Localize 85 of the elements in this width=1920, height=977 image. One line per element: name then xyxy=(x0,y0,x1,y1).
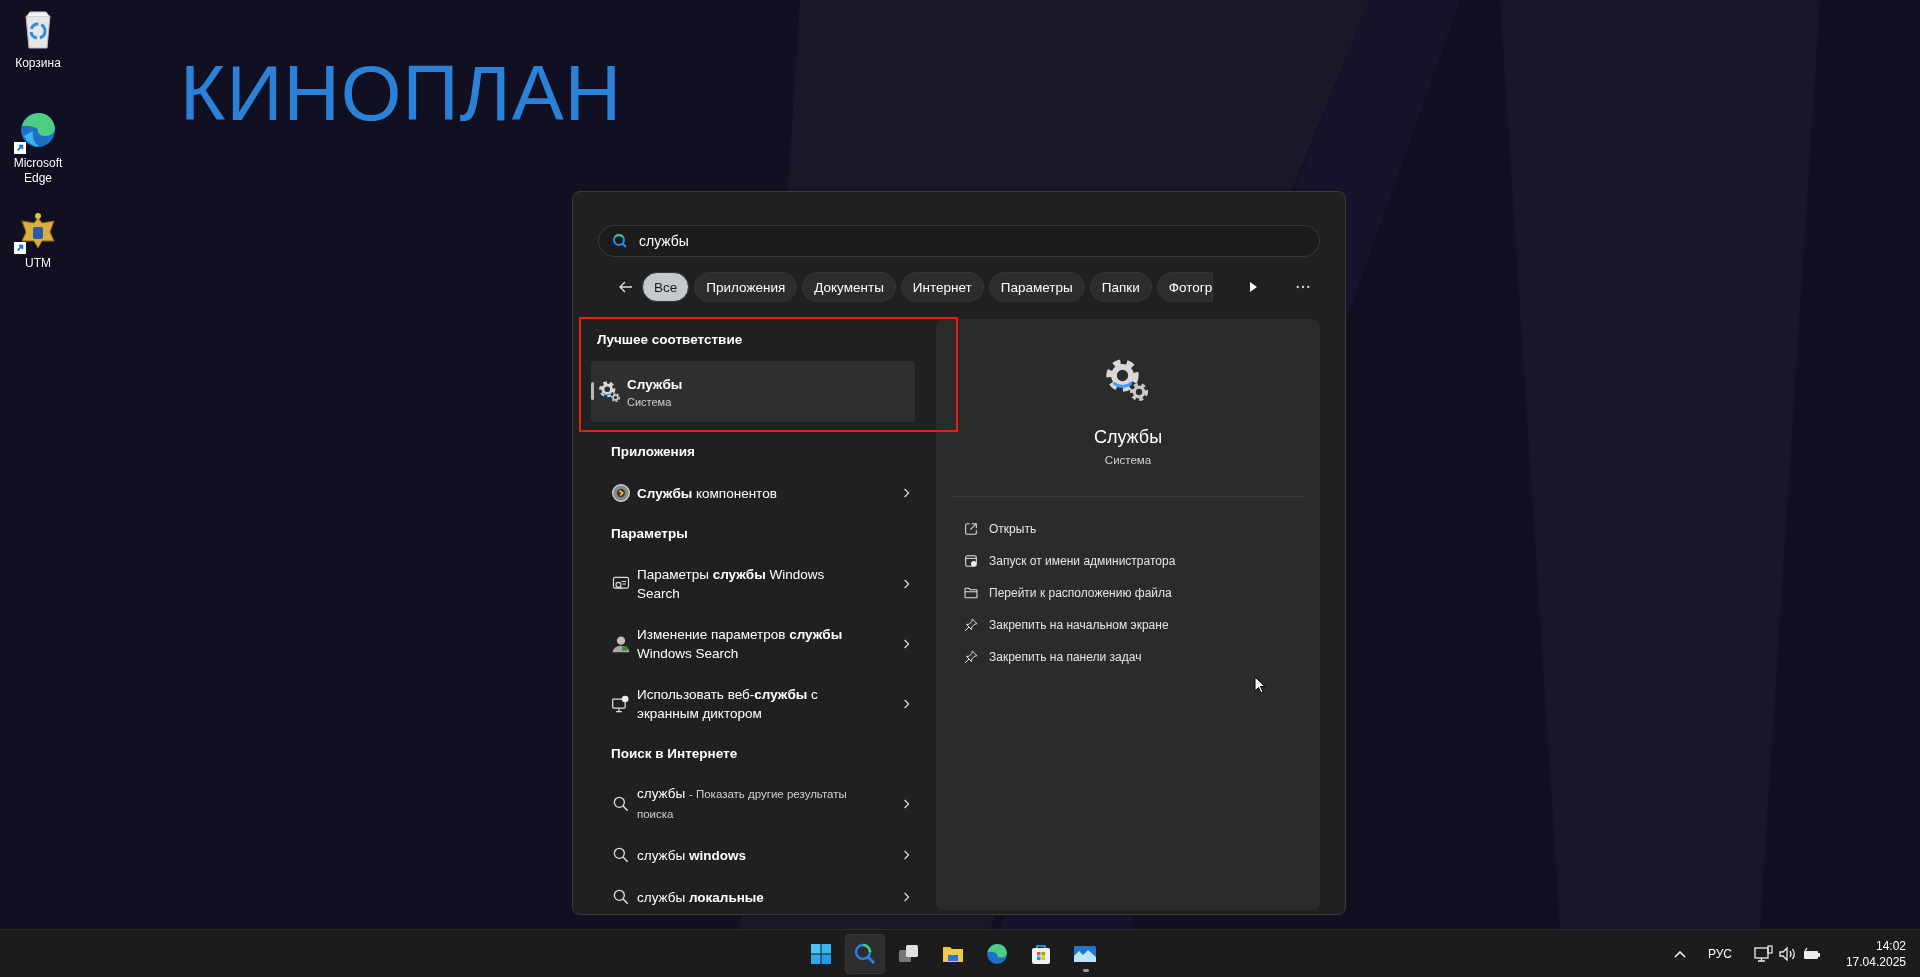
section-heading: Лучшее соответствие xyxy=(596,331,744,349)
chevron-right-icon xyxy=(903,638,911,650)
back-arrow-icon xyxy=(618,279,634,295)
desktop-icon-label: UTM xyxy=(24,256,52,271)
result-title: Использовать веб-службы с экранным диктором xyxy=(637,686,819,723)
pin-icon xyxy=(963,649,979,665)
user-icon xyxy=(611,634,631,654)
search-icon xyxy=(611,794,631,814)
search-icon xyxy=(611,845,631,865)
search-result[interactable]: службы - Показать другие результаты поиска xyxy=(605,774,929,834)
network-monitor-icon xyxy=(1753,944,1774,963)
section-heading: Поиск в Интернете xyxy=(610,745,739,763)
result-title: Параметры службы Windows Search xyxy=(637,566,826,603)
monitor-icon xyxy=(611,694,631,714)
swirl-logo-icon xyxy=(985,941,1009,966)
wallpaper-title: КИНОПЛАН xyxy=(180,48,623,139)
search-result[interactable]: Службы Система xyxy=(591,361,915,422)
gears-icon xyxy=(599,380,621,403)
search-result[interactable]: службы локальные xyxy=(605,876,929,918)
action-item[interactable]: Перейти к расположению файла xyxy=(936,577,1320,609)
swirl-logo-icon xyxy=(18,110,58,150)
filter-tab[interactable]: Папки xyxy=(1089,272,1152,302)
desktop-icon-label: Корзина xyxy=(14,56,62,71)
search-icon xyxy=(853,941,877,966)
gears-icon xyxy=(1106,359,1150,403)
search-field[interactable]: службы xyxy=(598,225,1320,257)
running-indicator xyxy=(1083,968,1089,972)
result-title: службы - Показать другие результаты поиска xyxy=(637,785,848,822)
result-subtitle: Система xyxy=(627,396,673,408)
result-title: Изменение параметров службы Windows Search xyxy=(637,626,844,663)
chevron-up-icon xyxy=(1673,949,1686,958)
result-title: Службы xyxy=(627,376,684,394)
action-item[interactable]: Закрепить на начальном экране xyxy=(936,609,1320,641)
search-result[interactable]: службы windows xyxy=(605,834,929,876)
chevron-right-icon xyxy=(903,891,911,903)
external-link-icon xyxy=(963,521,979,537)
chevron-right-icon xyxy=(903,487,911,499)
result-title: службы локальные xyxy=(637,888,765,907)
ellipsis-icon xyxy=(1296,285,1310,289)
chevron-right-icon xyxy=(903,849,911,861)
result-title: службы windows xyxy=(637,846,747,865)
mouse-pointer-icon xyxy=(1254,676,1266,694)
folder-icon xyxy=(963,585,979,601)
action-label: Перейти к расположению файла xyxy=(989,586,1172,600)
desktop-shortcut[interactable]: UTM xyxy=(0,206,76,306)
desktop-shortcut[interactable]: Microsoft Edge xyxy=(0,106,76,206)
action-label: Открыть xyxy=(989,522,1037,536)
chevron-right-icon xyxy=(903,698,911,710)
action-label: Закрепить на панели задач xyxy=(989,650,1142,664)
pin-icon xyxy=(963,617,979,633)
clock-date: 17.04.2025 xyxy=(1845,953,1906,970)
chevron-right-icon xyxy=(903,798,911,810)
speaker-icon xyxy=(1777,944,1798,963)
search-icon xyxy=(612,233,628,249)
section-heading: Параметры xyxy=(610,525,689,543)
search-button[interactable] xyxy=(845,933,885,974)
search-result[interactable]: Использовать веб-службы с экранным диктором xyxy=(605,674,929,734)
four-squares-icon xyxy=(809,941,833,966)
action-item[interactable]: Запуск от имени администратора xyxy=(936,545,1320,577)
search-result[interactable]: Службы компонентов xyxy=(605,472,929,514)
action-item[interactable]: Открыть xyxy=(936,513,1320,545)
search-result[interactable]: Параметры службы Windows Search xyxy=(605,554,929,614)
search-result[interactable]: Изменение параметров службы Windows Search xyxy=(605,614,929,674)
desktop-shortcut[interactable]: Корзина xyxy=(0,6,76,106)
gear-disc-icon xyxy=(611,483,631,503)
clock-time: 14:02 xyxy=(1875,937,1906,954)
action-label: Закрепить на начальном экране xyxy=(989,618,1169,632)
filter-tab[interactable]: Интернет xyxy=(900,272,984,302)
search-icon xyxy=(611,887,631,907)
preview-subtitle: Система xyxy=(1104,454,1152,466)
filter-tab[interactable]: Документы xyxy=(802,272,896,302)
filter-tab[interactable]: Параметры xyxy=(988,272,1085,302)
action-label: Запуск от имени администратора xyxy=(989,554,1176,568)
language-indicator[interactable]: РУС xyxy=(1699,935,1740,972)
selection-indicator xyxy=(591,382,594,400)
preview-title: Службы xyxy=(1093,427,1163,448)
filter-tab[interactable]: Все xyxy=(642,272,690,302)
desktop-icon-label: Microsoft Edge xyxy=(12,156,64,186)
action-item[interactable]: Закрепить на панели задач xyxy=(936,641,1320,673)
filter-tab[interactable]: Приложения xyxy=(694,272,798,302)
section-heading: Приложения xyxy=(610,443,696,461)
filter-tab[interactable]: Фотогр xyxy=(1156,272,1214,302)
result-title: Службы компонентов xyxy=(637,484,778,503)
play-triangle-icon xyxy=(1247,281,1259,293)
chevron-right-icon xyxy=(903,578,911,590)
